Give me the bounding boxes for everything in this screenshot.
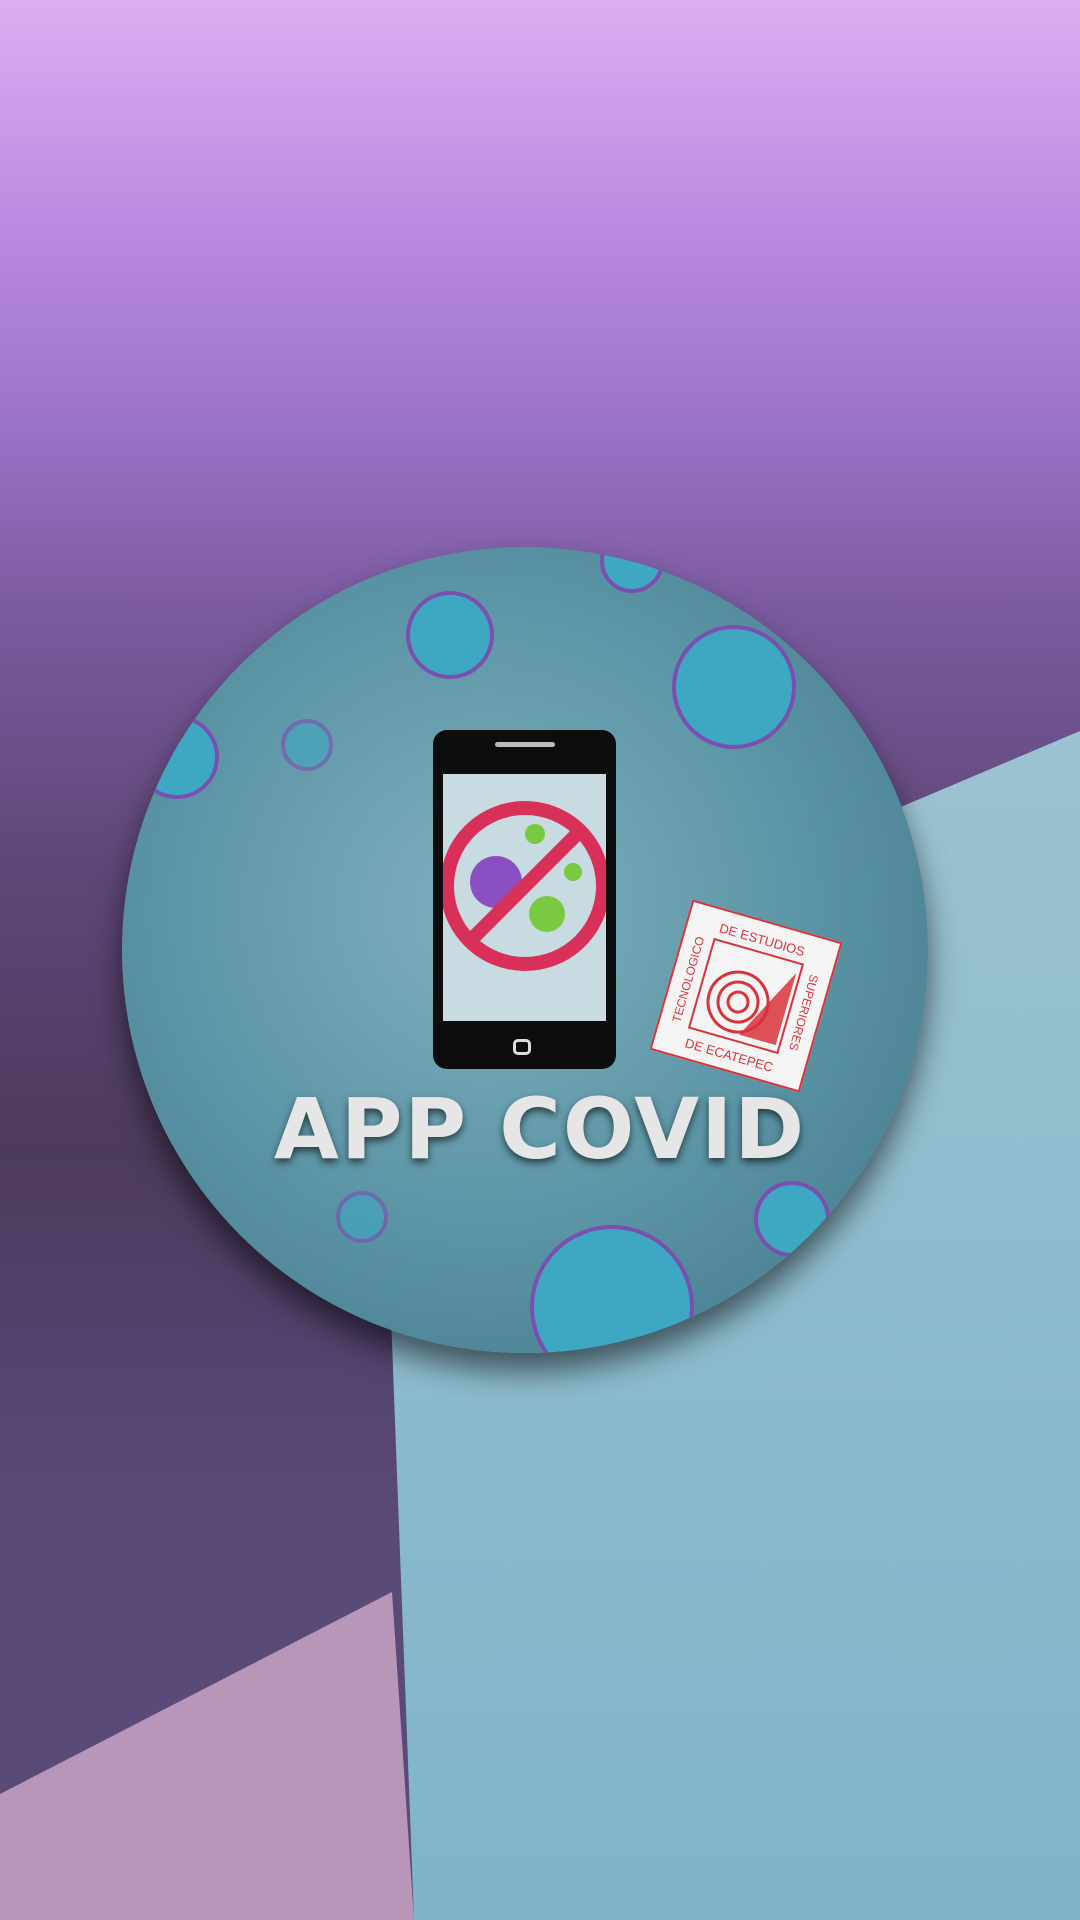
virus-icon — [406, 591, 494, 679]
phone-speaker — [495, 742, 555, 747]
app-title: APP COVID — [273, 1080, 807, 1178]
phone-icon — [433, 730, 616, 1069]
virus-icon — [336, 1191, 388, 1243]
virus-icon — [281, 719, 333, 771]
home-button-icon — [513, 1039, 531, 1055]
virus-icon — [672, 625, 796, 749]
phone-screen — [440, 774, 610, 1021]
pink-floor-shape — [0, 1592, 414, 1920]
no-virus-icon — [440, 801, 610, 971]
